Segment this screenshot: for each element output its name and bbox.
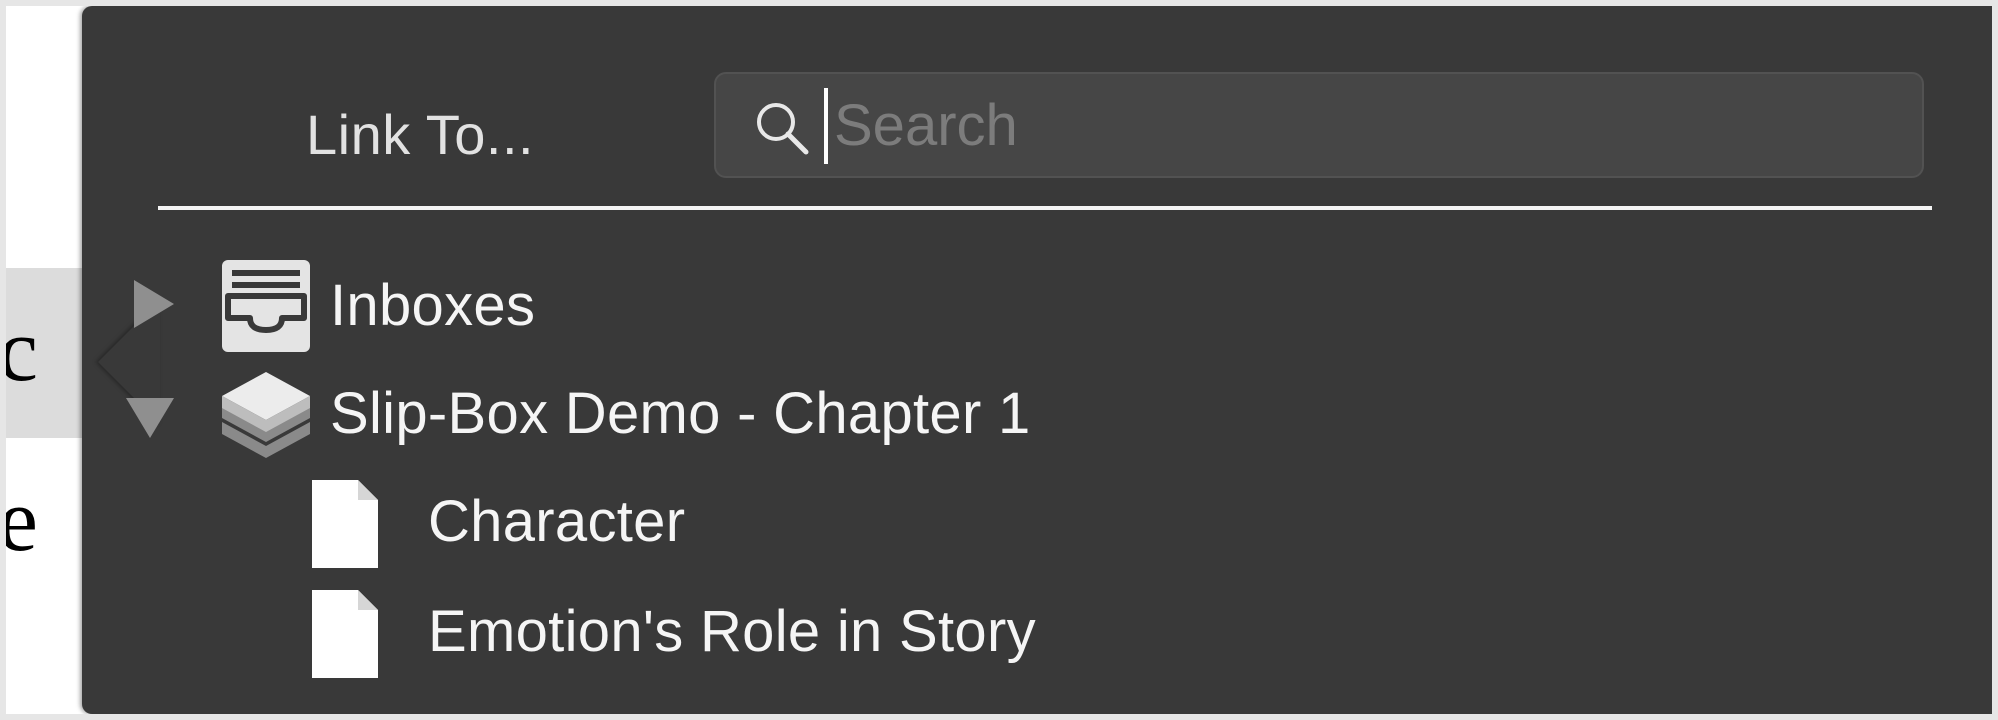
tree-item-slip-box-demo[interactable]: Slip-Box Demo - Chapter 1 (82, 364, 1882, 464)
tree-item-label: Slip-Box Demo - Chapter 1 (330, 381, 1031, 446)
tree-item-emotions-role-in-story[interactable]: Emotion's Role in Story (82, 584, 1882, 684)
tree-item-character[interactable]: Character (82, 474, 1882, 574)
inbox-tray-icon (222, 260, 310, 352)
link-to-popover: Link To... Inboxes (82, 6, 1992, 714)
document-icon (312, 480, 378, 568)
popover-title: Link To... (306, 103, 535, 166)
search-field[interactable] (714, 72, 1924, 178)
disclosure-triangle-expanded-icon[interactable] (126, 398, 174, 438)
layers-stack-icon (222, 372, 310, 458)
header-divider (158, 206, 1932, 210)
search-icon (757, 103, 809, 155)
document-background-text: c (6, 301, 38, 400)
document-icon (312, 590, 378, 678)
document-background-text: e (6, 471, 38, 570)
search-input[interactable] (834, 84, 1894, 166)
app-window: c e Link To... Inboxes (6, 6, 1992, 714)
tree-item-label: Emotion's Role in Story (428, 599, 1036, 664)
tree-item-inboxes[interactable]: Inboxes (82, 256, 1882, 356)
tree-item-label: Inboxes (330, 273, 536, 338)
text-caret (824, 88, 828, 164)
tree-item-label: Character (428, 489, 686, 554)
disclosure-triangle-collapsed-icon[interactable] (134, 280, 174, 328)
